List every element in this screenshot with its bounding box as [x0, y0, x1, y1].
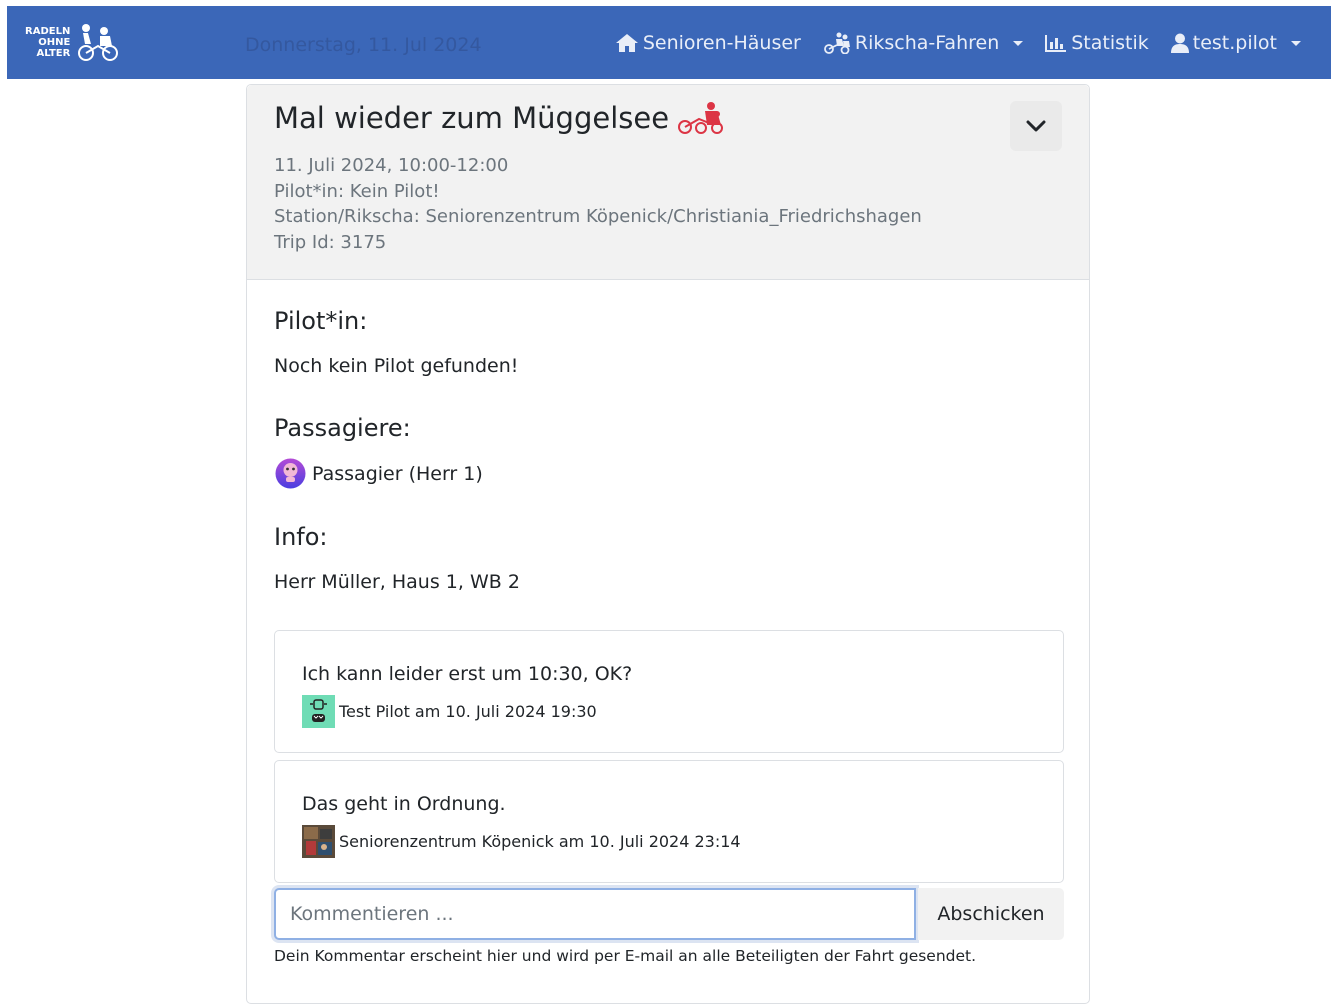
comment-card: Ich kann leider erst um 10:30, OK? Test …	[274, 630, 1064, 753]
trip-date: 11. Juli 2024, 10:00-12:00	[274, 155, 509, 176]
info-heading: Info:	[274, 523, 328, 551]
nav-item-senioren-haeuser[interactable]: Senioren-Häuser	[615, 32, 801, 54]
trip-title: Mal wieder zum Müggelsee	[274, 101, 725, 135]
top-navbar: RADELN OHNE ALTER Donnerstag, 11. Jul 20…	[7, 6, 1331, 79]
current-date: Donnerstag, 11. Jul 2024	[245, 34, 482, 56]
nav-menu: Senioren-Häuser Rikscha-Fahren Statistik…	[615, 6, 1301, 79]
trip-card-header: Mal wieder zum Müggelsee 11. Juli 2024, …	[247, 85, 1089, 280]
user-icon	[1170, 33, 1189, 53]
caret-down-icon	[1291, 41, 1301, 46]
pilot-text: Noch kein Pilot gefunden!	[274, 355, 519, 377]
info-text: Herr Müller, Haus 1, WB 2	[274, 571, 520, 593]
rickshaw-icon	[678, 102, 724, 134]
nav-item-label: Rikscha-Fahren	[854, 31, 1000, 54]
trip-id: Trip Id: 3175	[274, 231, 387, 253]
trip-station: Station/Rikscha: Seniorenzentrum Köpenic…	[274, 206, 922, 227]
comment-form: Abschicken	[274, 888, 1064, 940]
comment-author-line: Test Pilot am 10. Juli 2024 19:30	[339, 702, 597, 721]
rickshaw-icon	[823, 32, 850, 54]
comment-meta: Seniorenzentrum Köpenick am 10. Juli 202…	[302, 825, 741, 858]
comment-text: Ich kann leider erst um 10:30, OK?	[302, 663, 633, 685]
trip-pilot: Pilot*in: Kein Pilot!	[274, 180, 440, 202]
chevron-down-icon	[1026, 120, 1046, 132]
comment-input[interactable]	[274, 888, 916, 940]
nav-item-label: test.pilot	[1192, 31, 1277, 54]
comment-author-line: Seniorenzentrum Köpenick am 10. Juli 202…	[339, 832, 741, 851]
collapse-toggle-button[interactable]	[1010, 101, 1062, 151]
passenger-avatar	[275, 458, 306, 489]
passenger-name: Passagier (Herr 1)	[312, 462, 483, 485]
passengers-heading: Passagiere:	[274, 414, 411, 442]
submit-comment-button[interactable]: Abschicken	[918, 888, 1064, 940]
nav-item-user-menu[interactable]: test.pilot	[1170, 31, 1301, 54]
author-avatar	[302, 695, 335, 728]
nav-item-label: Statistik	[1071, 31, 1149, 54]
passenger-item: Passagier (Herr 1)	[275, 458, 483, 489]
pilot-heading: Pilot*in:	[274, 307, 368, 335]
home-icon	[615, 33, 638, 52]
comment-text: Das geht in Ordnung.	[302, 793, 506, 815]
brand-text: RADELN OHNE ALTER	[25, 26, 70, 59]
comment-card: Das geht in Ordnung. Seniorenzentrum Köp…	[274, 760, 1064, 883]
trip-card: Mal wieder zum Müggelsee 11. Juli 2024, …	[246, 84, 1090, 1004]
trip-meta: 11. Juli 2024, 10:00-12:00 Pilot*in: Kei…	[274, 153, 922, 255]
caret-down-icon	[1013, 41, 1024, 46]
brand-line: ALTER	[36, 47, 71, 59]
trip-title-text: Mal wieder zum Müggelsee	[274, 101, 670, 135]
bar-chart-icon	[1045, 34, 1067, 52]
brand-logo[interactable]: RADELN OHNE ALTER	[25, 20, 120, 64]
author-avatar	[302, 825, 335, 858]
brand-line: RADELN	[25, 25, 71, 37]
comment-help-text: Dein Kommentar erscheint hier und wird p…	[274, 947, 977, 965]
comment-meta: Test Pilot am 10. Juli 2024 19:30	[302, 695, 597, 728]
nav-item-rikscha-fahren[interactable]: Rikscha-Fahren	[823, 31, 1024, 54]
nav-item-label: Senioren-Häuser	[642, 31, 801, 54]
rickshaw-logo-icon	[78, 24, 119, 61]
brand-line: OHNE	[38, 36, 71, 48]
nav-item-statistik[interactable]: Statistik	[1045, 32, 1149, 54]
